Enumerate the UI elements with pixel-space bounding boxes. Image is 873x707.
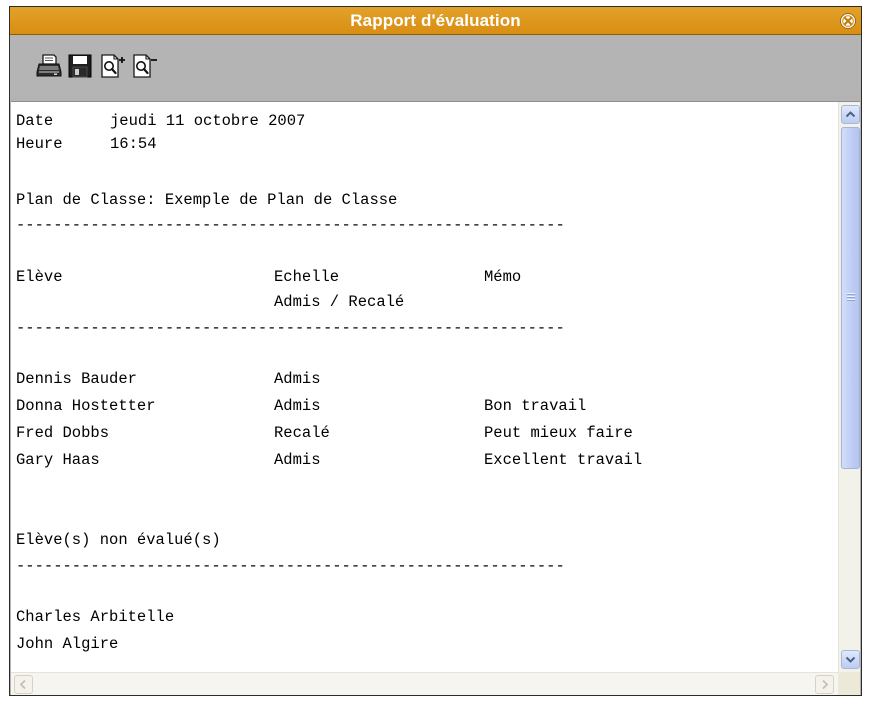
list-item: John Algire (16, 635, 119, 653)
student-memo: Bon travail (484, 397, 587, 415)
chevron-down-icon (845, 656, 856, 663)
printer-icon[interactable] (34, 52, 62, 80)
report-text: Date jeudi 11 octobre 2007 Heure 16:54 P… (11, 102, 836, 673)
report-window: Rapport d'évaluation Date jeudi 11 octob… (9, 6, 862, 696)
column-header-memo: Mémo (484, 268, 522, 286)
close-icon[interactable] (839, 12, 857, 30)
student-name: Dennis Bauder (16, 370, 137, 388)
scroll-up-button[interactable] (841, 105, 860, 124)
not-evaluated-heading: Elève(s) non évalué(s) (16, 531, 221, 549)
student-memo: Peut mieux faire (484, 424, 633, 442)
scroll-right-button[interactable] (815, 675, 834, 694)
date-label: Date (16, 112, 54, 130)
student-result: Admis (274, 397, 321, 415)
student-result: Recalé (274, 424, 330, 442)
scroll-thumb[interactable] (841, 127, 860, 469)
report-viewer[interactable]: Date jeudi 11 octobre 2007 Heure 16:54 P… (11, 101, 860, 695)
separator: ----------------------------------------… (16, 216, 565, 234)
separator: ----------------------------------------… (16, 319, 565, 337)
date-value: jeudi 11 octobre 2007 (110, 112, 306, 130)
window-title: Rapport d'évaluation (350, 11, 521, 30)
student-result: Admis (274, 451, 321, 469)
column-header-scale: Echelle (274, 268, 340, 286)
grip-line (847, 299, 855, 300)
column-header-scale-values: Admis / Recalé (274, 293, 405, 311)
grip-line (847, 296, 855, 297)
list-item: Charles Arbitelle (16, 608, 175, 626)
vertical-scrollbar[interactable] (838, 102, 860, 673)
scrollbar-corner (838, 672, 860, 695)
title-bar: Rapport d'évaluation (10, 7, 861, 35)
horizontal-scrollbar[interactable] (11, 672, 838, 695)
student-name: Fred Dobbs (16, 424, 110, 442)
zoom-in-icon[interactable] (98, 52, 126, 80)
zoom-out-icon[interactable] (130, 52, 158, 80)
grip-line (847, 293, 855, 294)
save-icon[interactable] (66, 52, 94, 80)
chevron-right-icon (822, 679, 829, 690)
student-result: Admis (274, 370, 321, 388)
plan-title: Plan de Classe: Exemple de Plan de Class… (16, 191, 398, 209)
student-name: Donna Hostetter (16, 397, 156, 415)
chevron-up-icon (845, 111, 856, 118)
scroll-down-button[interactable] (841, 650, 860, 669)
time-value: 16:54 (110, 135, 157, 153)
chevron-left-icon (19, 679, 26, 690)
separator: ----------------------------------------… (16, 557, 565, 575)
scroll-left-button[interactable] (14, 675, 33, 694)
column-header-student: Elève (16, 268, 63, 286)
student-memo: Excellent travail (484, 451, 643, 469)
student-name: Gary Haas (16, 451, 100, 469)
toolbar (10, 36, 861, 94)
time-label: Heure (16, 135, 63, 153)
